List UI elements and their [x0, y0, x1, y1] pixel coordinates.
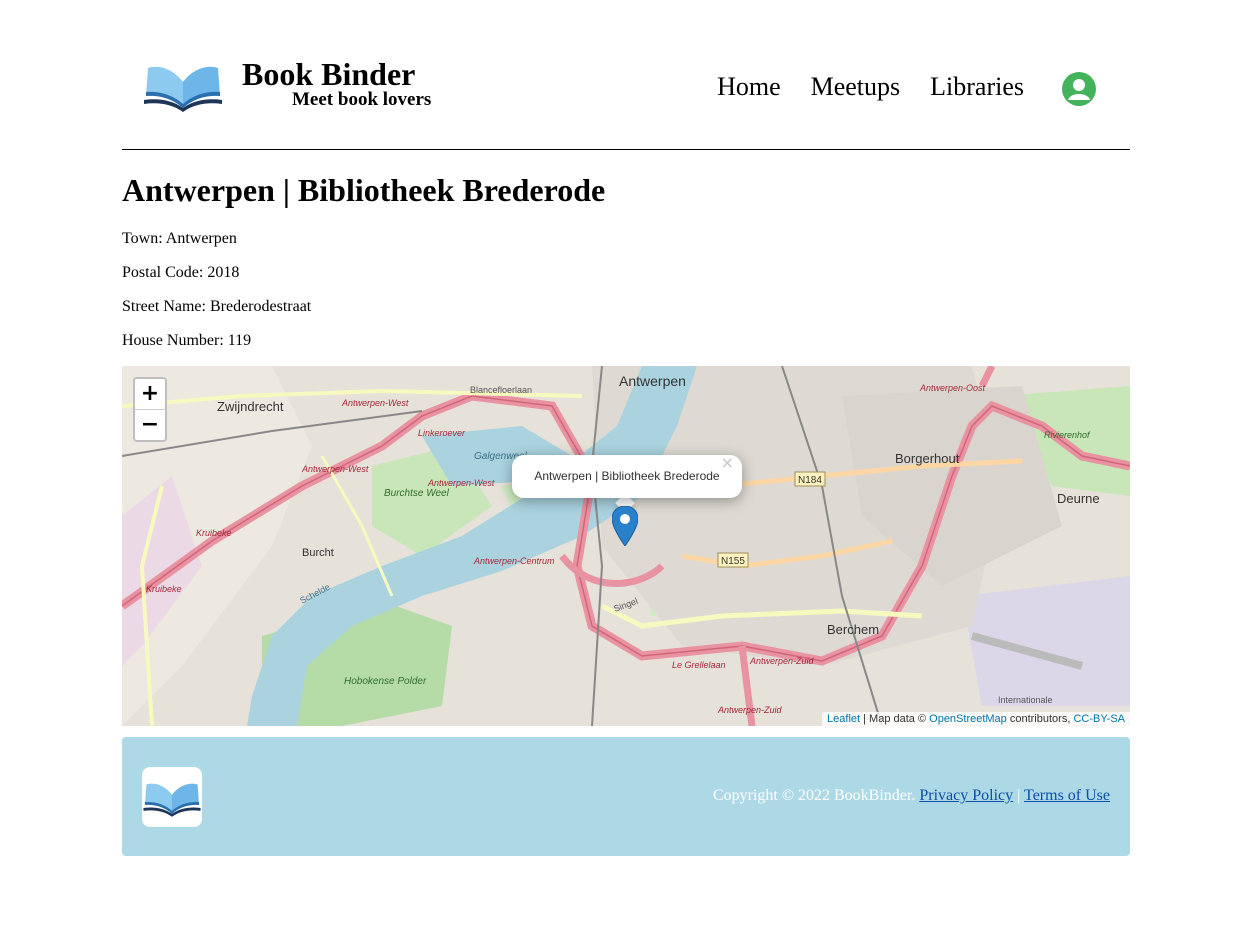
- nav-home-link[interactable]: Home: [717, 74, 781, 100]
- zoom-in-button[interactable]: +: [135, 379, 165, 409]
- map-label-blancefloerlaan: Blancefloerlaan: [470, 385, 532, 395]
- license-link[interactable]: CC-BY-SA: [1073, 713, 1125, 725]
- map-label-n155: N155: [721, 556, 745, 567]
- book-logo-icon[interactable]: [142, 58, 224, 114]
- popup-close-icon[interactable]: ×: [721, 441, 734, 484]
- map-view[interactable]: Antwerpen Zwijndrecht Borgerhout Deurne …: [122, 366, 1130, 726]
- brand-subtitle: Meet book lovers: [292, 89, 432, 110]
- map-label-le-grellelaan: Le Grellelaan: [672, 660, 726, 670]
- map-label-rivierenhof: Rivierenhof: [1044, 430, 1091, 440]
- site-header: Book Binder Meet book lovers Home Meetup…: [122, 0, 1130, 150]
- map-label-antwerpen-west-2: Antwerpen-West: [301, 464, 369, 474]
- map-label-antwerpen-west-3: Antwerpen-West: [427, 478, 495, 488]
- nav-meetups-link[interactable]: Meetups: [811, 74, 901, 100]
- map-label-hobokense-polder: Hobokense Polder: [344, 676, 427, 687]
- zoom-control: + −: [133, 377, 167, 442]
- footer-text: Copyright © 2022 BookBinder. Privacy Pol…: [713, 787, 1110, 805]
- osm-link[interactable]: OpenStreetMap: [929, 713, 1007, 725]
- map-label-burcht: Burcht: [302, 547, 334, 559]
- copyright-text: Copyright © 2022 BookBinder.: [712, 787, 916, 804]
- map-marker-icon[interactable]: [611, 505, 639, 551]
- map-popup: Antwerpen | Bibliotheek Brederode ×: [512, 453, 742, 498]
- nav-libraries-link[interactable]: Libraries: [930, 74, 1024, 100]
- map-label-antwerpen-zuid-2: Antwerpen-Zuid: [717, 705, 783, 715]
- site-footer: Copyright © 2022 BookBinder. Privacy Pol…: [122, 737, 1130, 856]
- street-name-text: Street Name: Brederodestraat: [122, 298, 312, 315]
- town-text: Town: Antwerpen: [122, 230, 237, 247]
- leaflet-link[interactable]: Leaflet: [827, 713, 860, 725]
- map-label-antwerpen-west-1: Antwerpen-West: [341, 398, 409, 408]
- map-label-antwerpen-zuid-1: Antwerpen-Zuid: [749, 656, 815, 666]
- map-label-berchem: Berchem: [827, 622, 879, 637]
- main-nav: Home Meetups Libraries: [717, 74, 1024, 100]
- attribution-contributors: contributors,: [1006, 713, 1074, 725]
- footer-separator: |: [1017, 787, 1021, 804]
- map-label-kruibeke-2: Kruibeke: [146, 584, 182, 594]
- house-number-text: House Number: 119: [122, 332, 252, 349]
- popup-text: Antwerpen | Bibliotheek Brederode: [534, 469, 720, 483]
- privacy-policy-link[interactable]: Privacy Policy: [919, 787, 1013, 804]
- brand-title: Book Binder: [242, 56, 416, 92]
- map-label-antwerpen: Antwerpen: [619, 373, 686, 389]
- map-label-borgerhout: Borgerhout: [895, 451, 960, 466]
- map-label-n184: N184: [798, 475, 822, 486]
- map-label-kruibeke-1: Kruibeke: [196, 528, 232, 538]
- map-label-zwijndrecht: Zwijndrecht: [217, 399, 284, 414]
- zoom-out-button[interactable]: −: [135, 409, 165, 440]
- map-label-internationale: Internationale: [998, 695, 1053, 705]
- map-label-deurne: Deurne: [1057, 491, 1100, 506]
- map-attribution: Leaflet | Map data © OpenStreetMap contr…: [822, 712, 1130, 726]
- library-title: Antwerpen | Bibliotheek Brederode: [122, 172, 606, 208]
- attribution-sep: | Map data ©: [860, 713, 930, 725]
- map-label-antwerpen-oost: Antwerpen-Oost: [919, 383, 986, 393]
- map-label-burchtse-weel: Burchtse Weel: [384, 488, 450, 499]
- terms-of-use-link[interactable]: Terms of Use: [1024, 787, 1110, 804]
- user-avatar-icon[interactable]: [1062, 72, 1096, 106]
- map-label-linkeroever: Linkeroever: [418, 428, 466, 438]
- map-label-antwerpen-centrum: Antwerpen-Centrum: [473, 556, 555, 566]
- footer-book-logo-icon: [142, 767, 202, 827]
- postal-code-text: Postal Code: 2018: [122, 264, 240, 281]
